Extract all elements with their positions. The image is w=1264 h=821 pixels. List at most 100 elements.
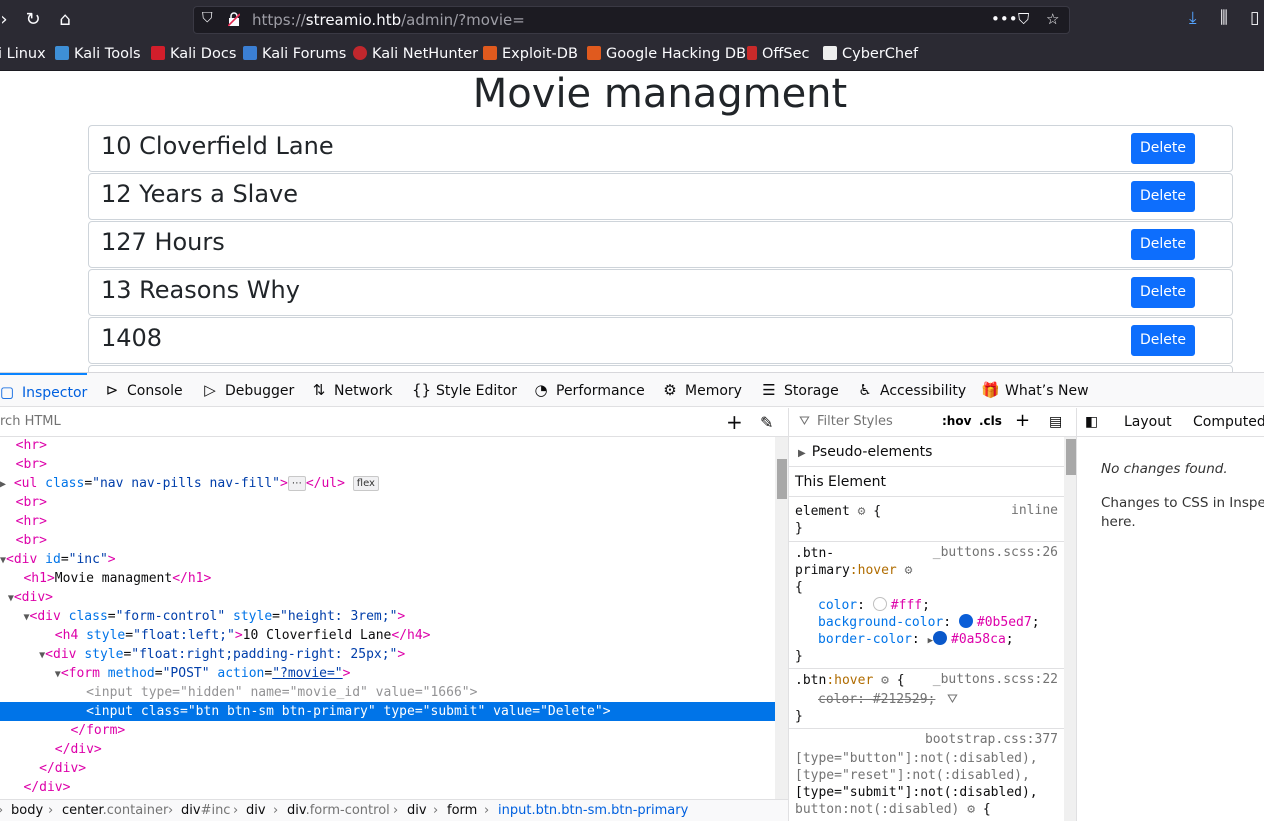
tab-debugger[interactable]: ▷ Debugger [201,373,294,407]
tab-layout[interactable]: Layout [1124,414,1172,430]
delete-button[interactable]: Delete [1131,229,1195,260]
markup-line[interactable]: ▼<div class="form-control" style="height… [0,607,775,626]
add-rule-icon[interactable]: + [1015,410,1030,431]
color-swatch[interactable] [872,597,887,611]
breadcrumb-item[interactable]: center.container [62,803,168,818]
markup-line[interactable]: <h1>Movie managment</h1> [0,569,775,588]
sidebar-icon[interactable]: ▯ [1250,8,1259,28]
breadcrumb-item[interactable]: form [447,803,477,818]
tab-inspector[interactable]: ▢ Inspector [0,373,88,407]
url-text: https://streamio.htb/admin/?movie= [252,11,525,29]
bookmark-star-icon[interactable]: ☆ [1046,10,1059,28]
markup-line[interactable]: ▼<div id="inc"> [0,550,775,569]
breadcrumb-item[interactable]: div#inc [181,803,230,818]
bookmark-kali-nethunter[interactable]: Kali NetHunter [353,46,478,62]
hov-button[interactable]: :hov [942,414,971,428]
forward-icon[interactable]: › [0,8,16,32]
pocket-icon[interactable]: ⛉ [1018,10,1029,28]
toggle-sidebar-icon[interactable]: ◧ [1085,414,1098,430]
page-actions-icon[interactable]: ••• [991,10,1018,28]
markup-line[interactable]: </form> [0,721,775,740]
markup-line[interactable]: </div> [0,759,775,778]
markup-line[interactable]: </div> [0,778,775,797]
breadcrumb-item[interactable]: div.form-control [287,803,390,818]
bookmark-kali-tools[interactable]: Kali Tools [55,46,141,62]
markup-line[interactable]: ▶ <ul class="nav nav-pills nav-fill"> ⋯ </… [0,474,775,493]
bookmark-kali-forums[interactable]: Kali Forums [243,46,346,62]
cls-button[interactable]: .cls [979,414,1002,428]
downloads-icon[interactable]: ⤓ [1189,8,1197,28]
rule-source[interactable]: bootstrap.css:377 [925,732,1058,747]
color-swatch[interactable] [933,631,947,645]
no-changes-text: No changes found. [1101,461,1228,477]
rule-source[interactable]: _buttons.scss:26 [933,545,1058,560]
search-html-input[interactable]: rch HTML [0,414,61,429]
markup-line[interactable]: <input type="hidden" name="movie_id" val… [0,683,775,702]
markup-line[interactable]: </div> [0,740,775,759]
bookmark-offsec[interactable]: OffSec [747,46,810,62]
rule-source[interactable]: inline [1011,503,1058,518]
print-simulation-icon[interactable]: ▤ [1049,414,1062,430]
tab-storage[interactable]: ☰ Storage [760,373,839,407]
rules-scroll-thumb[interactable] [1066,439,1076,475]
bookmark-exploit-db[interactable]: Exploit-DB [483,46,578,62]
bookmark-kali-docs[interactable]: Kali Docs [151,46,236,62]
delete-button[interactable]: Delete [1131,325,1195,356]
markup-line[interactable]: ▼<form method="POST" action="?movie="> [0,664,775,683]
tracking-shield-icon[interactable]: ⛉ [202,10,213,26]
tab-whats-new[interactable]: 🎁 What’s New [981,373,1089,407]
delete-button[interactable]: Delete [1131,181,1195,212]
breadcrumb-item-current[interactable]: input.btn.btn-sm.btn-primary [498,803,688,818]
color-swatch[interactable] [958,614,973,628]
rule-gear-icon[interactable]: ⚙ [858,504,866,519]
tab-console[interactable]: ⊳ Console [103,373,183,407]
markup-line[interactable]: <hr> [0,512,775,531]
movie-row [88,365,1233,372]
eyedropper-icon[interactable]: ✎ [760,413,773,432]
tab-performance[interactable]: ◔ Performance [532,373,644,407]
overridden-filter-icon[interactable]: ⛛ [947,691,958,708]
breadcrumb-item[interactable]: div [407,803,427,818]
delete-button[interactable]: Delete [1131,277,1195,308]
rules-scrollbar[interactable] [1064,437,1076,821]
tab-accessibility[interactable]: ♿ Accessibility [856,373,966,407]
filter-styles-input[interactable]: Filter Styles [817,414,893,429]
markup-line[interactable]: <br> [0,531,775,550]
markup-line-selected[interactable]: <input class="btn btn-sm btn-primary" ty… [0,702,775,721]
markup-line[interactable]: <h4 style="float:left;">10 Cloverfield L… [0,626,775,645]
pseudo-elements-header[interactable]: ▶ Pseudo-elements [789,437,1064,467]
breadcrumb-item[interactable]: div [246,803,266,818]
markup-line[interactable]: <br> [0,493,775,512]
breadcrumb-item[interactable]: body [11,803,43,818]
markup-line[interactable]: ▼<div> [0,588,775,607]
markup-line[interactable]: <br> [0,455,775,474]
tab-computed[interactable]: Computed [1193,414,1264,430]
rule-decl-background-color[interactable]: background-color: #0b5ed7; [818,614,1040,631]
library-icon[interactable]: ⫼ [1220,8,1228,28]
markup-scrollbar[interactable] [775,437,788,799]
rule-decl-overridden[interactable]: color: #212529; [818,691,935,708]
breadcrumb-scroll-left-icon[interactable]: › [0,803,3,818]
tab-style-editor[interactable]: {} Style Editor [412,373,517,407]
bookmark-kali-linux[interactable]: i Linux [0,46,46,62]
markup-line[interactable]: <hr> [0,437,775,455]
rule-gear-icon[interactable]: ⚙ [881,673,889,688]
markup-scroll-thumb[interactable] [777,459,787,499]
rule-decl-border-color[interactable]: border-color: ▶ #0a58ca; [818,631,1014,650]
bookmark-cyberchef[interactable]: CyberChef [823,46,918,62]
rule-decl-color[interactable]: color: #fff; [818,597,930,614]
tab-memory[interactable]: ⚙ Memory [661,373,742,407]
markup-line[interactable]: ▼<div style="float:right;padding-right: … [0,645,775,664]
rule-gear-icon[interactable]: ⚙ [905,563,913,578]
url-bar[interactable]: ⛉ https://streamio.htb/admin/?movie= •••… [193,6,1070,34]
home-icon[interactable]: ⌂ [53,8,77,32]
markup-tree[interactable]: <hr> <br> ▶ <ul class="nav nav-pills nav… [0,437,788,799]
insecure-lock-icon[interactable] [228,12,240,26]
tab-network[interactable]: ⇅ Network [310,373,393,407]
bookmark-google-hacking-db[interactable]: Google Hacking DB [587,46,746,62]
delete-button[interactable]: Delete [1131,133,1195,164]
rule-source[interactable]: _buttons.scss:22 [933,672,1058,687]
add-node-icon[interactable]: + [726,410,743,434]
rule-gear-icon[interactable]: ⚙ [967,802,975,817]
reload-icon[interactable]: ↻ [21,8,45,32]
